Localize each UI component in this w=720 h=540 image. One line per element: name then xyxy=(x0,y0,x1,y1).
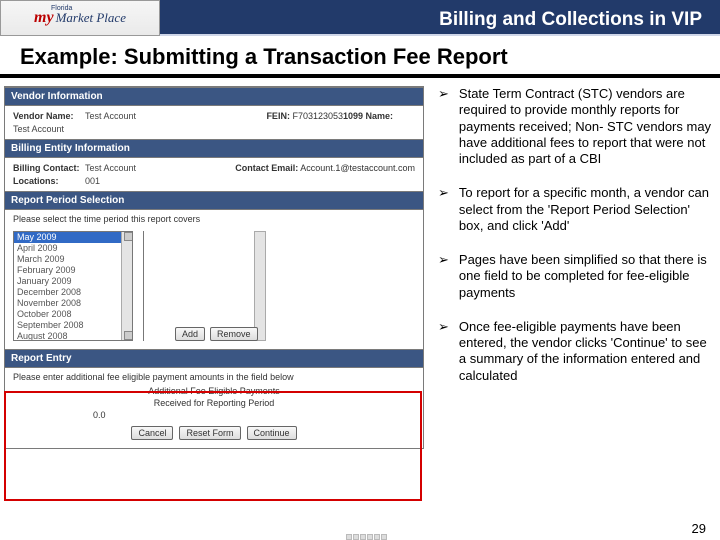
bullet-text: To report for a specific month, a vendor… xyxy=(459,185,714,234)
locations-label: Locations: xyxy=(13,176,85,186)
contact-value: Test Account xyxy=(85,163,235,173)
entry-desc: Please enter additional fee eligible pay… xyxy=(13,372,415,382)
list-item[interactable]: May 2009 xyxy=(14,232,132,243)
entry-buttons: Cancel Reset Form Continue xyxy=(13,426,415,440)
logo: my Florida Market Place xyxy=(0,0,160,36)
chevron-right-icon: ➢ xyxy=(438,185,449,234)
email-block: Contact Email: Account.1@testaccount.com xyxy=(235,163,415,173)
entry-value: 0.0 xyxy=(93,410,106,420)
ten99-label: 1099 Name: xyxy=(343,111,415,121)
list-item[interactable]: August 2008 xyxy=(14,331,132,341)
section-billing-info: Billing Entity Information xyxy=(5,139,423,158)
bullet-text: State Term Contract (STC) vendors are re… xyxy=(459,86,714,167)
list-item[interactable]: December 2008 xyxy=(14,287,132,298)
list-item[interactable]: February 2009 xyxy=(14,265,132,276)
chevron-right-icon: ➢ xyxy=(438,319,449,384)
listbox-scrollbar[interactable] xyxy=(121,232,132,340)
form-screenshot: Vendor Information Vendor Name: Test Acc… xyxy=(4,86,424,449)
page-title: Billing and Collections in VIP xyxy=(160,0,720,36)
fein-label: FEIN: xyxy=(266,111,290,121)
period-body: May 2009 April 2009 March 2009 February … xyxy=(5,226,423,349)
vendor-info-body: Vendor Name: Test Account FEIN: F7031230… xyxy=(5,106,423,139)
entry-fields: Additional Fee Eligible Payments Receive… xyxy=(13,386,415,420)
bullet-text: Once fee-eligible payments have been ent… xyxy=(459,319,714,384)
bullet-text: Pages have been simplified so that there… xyxy=(459,252,714,301)
fein-value: F703123053 xyxy=(292,111,343,121)
cancel-button[interactable]: Cancel xyxy=(131,426,173,440)
entry-body: Please enter additional fee eligible pay… xyxy=(5,368,423,448)
add-button[interactable]: Add xyxy=(175,327,205,341)
list-item[interactable]: October 2008 xyxy=(14,309,132,320)
list-item[interactable]: April 2009 xyxy=(14,243,132,254)
contact-label: Billing Contact: xyxy=(13,163,85,173)
section-report-entry: Report Entry xyxy=(5,349,423,368)
screenshot-panel: Vendor Information Vendor Name: Test Acc… xyxy=(0,86,430,449)
page-number: 29 xyxy=(692,521,706,536)
logo-marketplace: Market Place xyxy=(56,10,126,26)
bullet-item: ➢To report for a specific month, a vendo… xyxy=(438,185,714,234)
vendor-name-value: Test Account xyxy=(85,111,235,121)
chevron-right-icon: ➢ xyxy=(438,86,449,167)
reset-button[interactable]: Reset Form xyxy=(179,426,240,440)
top-bar: my Florida Market Place Billing and Coll… xyxy=(0,0,720,36)
ten99-value: Test Account xyxy=(13,124,163,134)
billing-info-body: Billing Contact: Test Account Contact Em… xyxy=(5,158,423,191)
chevron-right-icon: ➢ xyxy=(438,252,449,301)
email-label: Contact Email: xyxy=(235,163,298,173)
bullet-item: ➢Once fee-eligible payments have been en… xyxy=(438,319,714,384)
entry-line2: Received for Reporting Period xyxy=(154,398,275,408)
entry-line1: Additional Fee Eligible Payments xyxy=(148,386,280,396)
continue-button[interactable]: Continue xyxy=(247,426,297,440)
section-vendor-info: Vendor Information xyxy=(5,87,423,106)
list-item[interactable]: November 2008 xyxy=(14,298,132,309)
notes-panel: ➢State Term Contract (STC) vendors are r… xyxy=(430,86,720,449)
section-report-period: Report Period Selection xyxy=(5,191,423,210)
list-item[interactable]: September 2008 xyxy=(14,320,132,331)
logo-florida: Florida xyxy=(51,5,72,12)
selected-scrollbar[interactable] xyxy=(254,231,266,341)
period-listbox[interactable]: May 2009 April 2009 March 2009 February … xyxy=(13,231,133,341)
selected-periods-box xyxy=(143,231,363,341)
remove-button[interactable]: Remove xyxy=(210,327,258,341)
list-item[interactable]: March 2009 xyxy=(14,254,132,265)
locations-value: 001 xyxy=(85,176,235,186)
vendor-name-label: Vendor Name: xyxy=(13,111,85,121)
slide-subtitle: Example: Submitting a Transaction Fee Re… xyxy=(0,36,720,74)
bullet-item: ➢State Term Contract (STC) vendors are r… xyxy=(438,86,714,167)
email-value: Account.1@testaccount.com xyxy=(300,163,415,173)
fein-block: FEIN: F703123053 xyxy=(266,111,343,121)
period-desc: Please select the time period this repor… xyxy=(5,210,423,226)
bullet-item: ➢Pages have been simplified so that ther… xyxy=(438,252,714,301)
slide-thumbnails xyxy=(346,534,387,540)
list-item[interactable]: January 2009 xyxy=(14,276,132,287)
content-area: Vendor Information Vendor Name: Test Acc… xyxy=(0,78,720,449)
